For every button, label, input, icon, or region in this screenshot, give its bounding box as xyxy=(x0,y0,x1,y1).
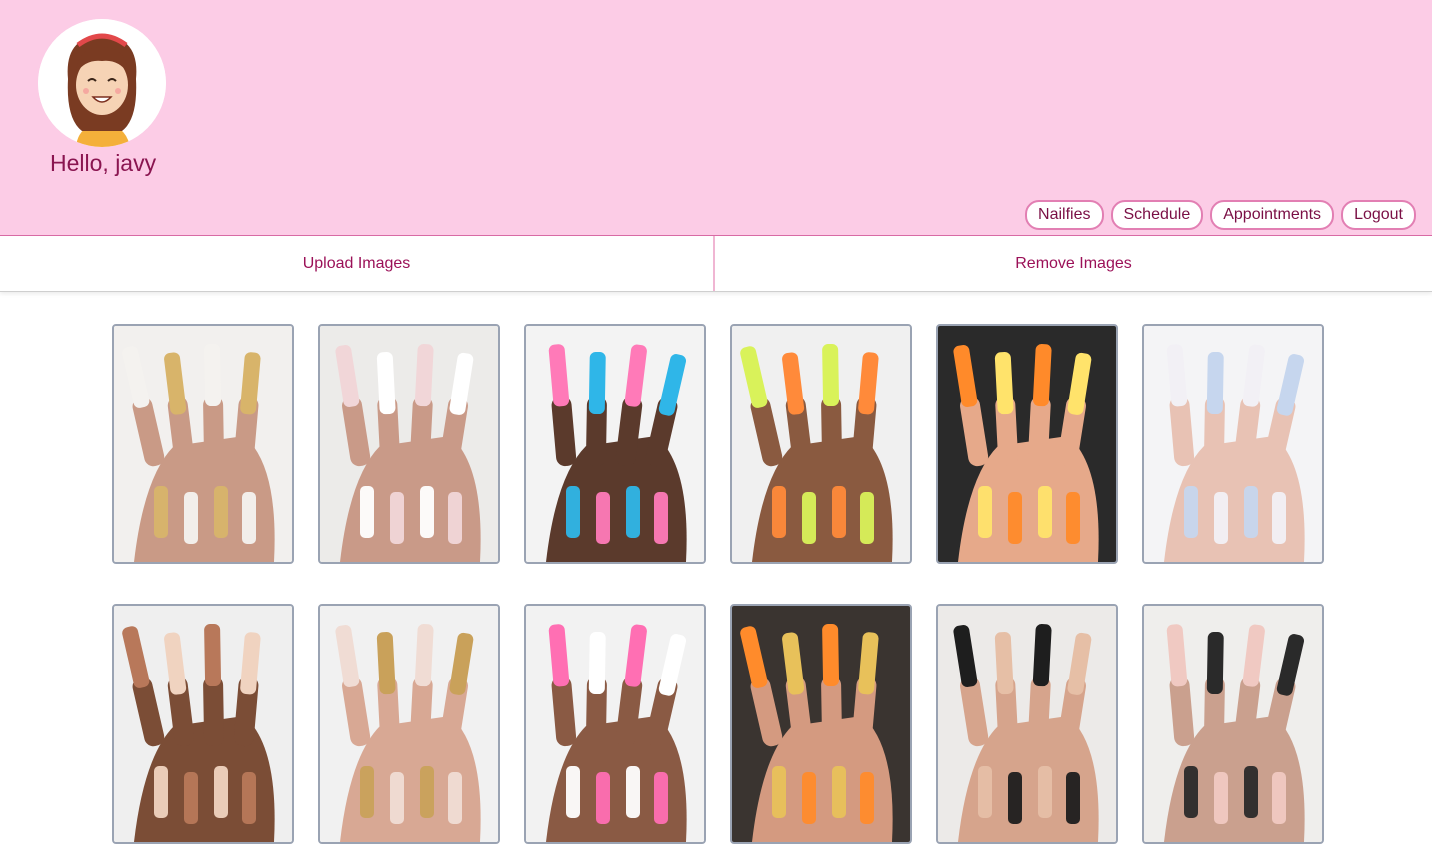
nav-nailfies-button[interactable]: Nailfies xyxy=(1025,200,1104,230)
avatar xyxy=(38,19,166,147)
greeting-text: Hello, javy xyxy=(50,150,157,176)
top-nav: Nailfies Schedule Appointments Logout xyxy=(1025,200,1416,230)
nail-photo[interactable] xyxy=(524,324,706,564)
nail-photo[interactable] xyxy=(112,324,294,564)
nail-photo[interactable] xyxy=(524,604,706,844)
nail-photo[interactable] xyxy=(730,604,912,844)
nail-photo-image xyxy=(114,606,292,842)
nail-photo-image xyxy=(526,326,704,562)
nail-photo[interactable] xyxy=(730,324,912,564)
upload-images-tab[interactable]: Upload Images xyxy=(0,236,715,291)
profile-header: Hello, javy Nailfies Schedule Appointmen… xyxy=(0,0,1432,236)
nail-photo[interactable] xyxy=(1142,324,1324,564)
image-action-tabs: Upload Images Remove Images xyxy=(0,236,1432,292)
nail-photo-image xyxy=(114,326,292,562)
nav-appointments-button[interactable]: Appointments xyxy=(1210,200,1335,230)
nail-photo-image xyxy=(526,606,704,842)
nail-photo[interactable] xyxy=(1142,604,1324,844)
nail-photo-image xyxy=(320,326,498,562)
nail-photo[interactable] xyxy=(936,604,1118,844)
remove-images-tab[interactable]: Remove Images xyxy=(715,236,1432,291)
nail-photo-image xyxy=(732,326,910,562)
nail-photo-image xyxy=(1144,606,1322,842)
nail-photo-image xyxy=(732,606,910,842)
nail-photo[interactable] xyxy=(318,324,500,564)
nail-photo-image xyxy=(938,606,1116,842)
cartoon-girl-avatar-icon xyxy=(38,19,166,147)
nail-photo[interactable] xyxy=(318,604,500,844)
nav-schedule-button[interactable]: Schedule xyxy=(1110,200,1204,230)
nail-photo-image xyxy=(320,606,498,842)
nail-photo-image xyxy=(938,326,1116,562)
nail-photo-gallery xyxy=(112,324,1324,844)
nail-photo[interactable] xyxy=(112,604,294,844)
nail-photo[interactable] xyxy=(936,324,1118,564)
nav-logout-button[interactable]: Logout xyxy=(1341,200,1416,230)
nail-photo-image xyxy=(1144,326,1322,562)
